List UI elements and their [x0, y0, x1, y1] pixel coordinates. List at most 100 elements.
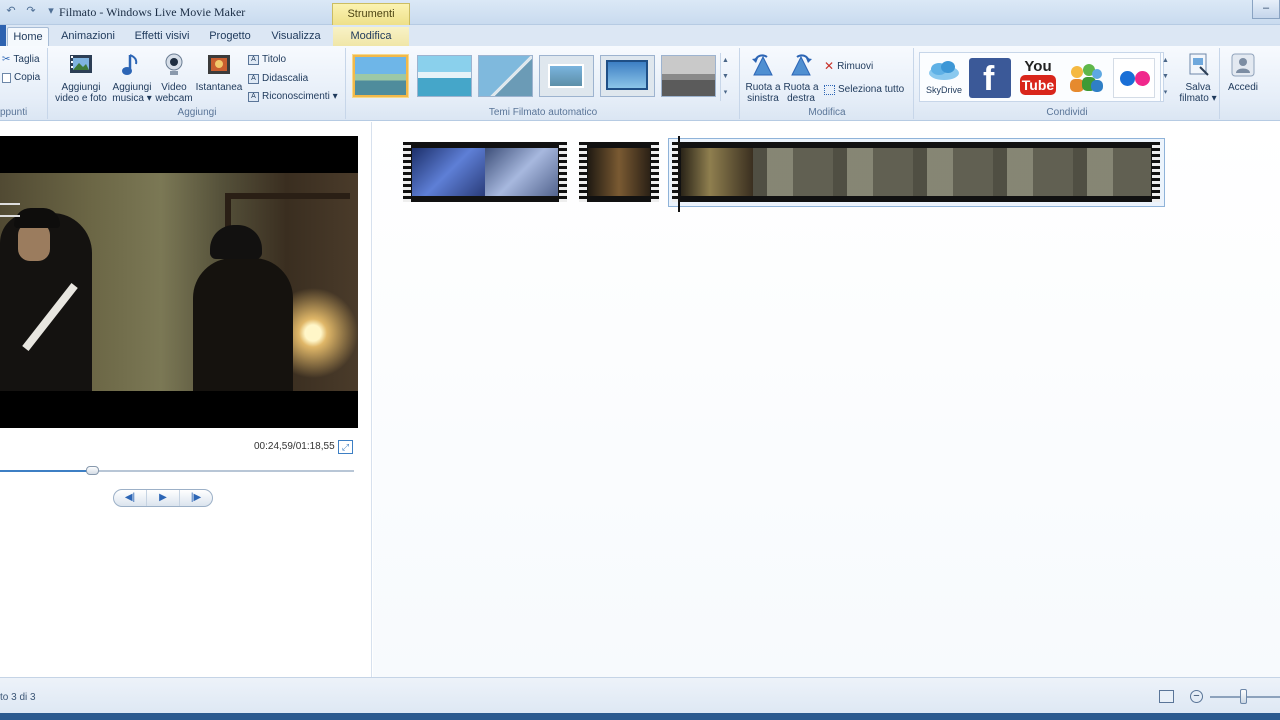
share-scroll-up-icon[interactable]: ▲	[1161, 53, 1170, 69]
context-tab-group-label: Strumenti video	[332, 3, 410, 40]
copy-button[interactable]: Copia	[2, 72, 40, 83]
remove-label: Rimuovi	[837, 60, 874, 72]
redo-icon[interactable]: ↷	[24, 4, 38, 18]
qat-menu-icon[interactable]: ▾	[44, 4, 58, 18]
share-flickr-button[interactable]	[1113, 58, 1155, 98]
add-music-button[interactable]: Aggiungi musica ▾	[110, 51, 154, 104]
remove-x-icon: ✕	[824, 59, 835, 73]
sign-in-button[interactable]: Accedi	[1223, 51, 1263, 93]
webcam-video-button[interactable]: Video webcam	[155, 51, 193, 104]
next-frame-button[interactable]: |▶	[180, 490, 212, 506]
status-text: to 3 di 3	[0, 692, 36, 703]
theme-thumbnail-5[interactable]	[600, 55, 655, 97]
rotate-left-button[interactable]: Ruota a sinistra	[743, 51, 783, 104]
caption-button[interactable]: A Didascalia	[248, 73, 308, 84]
copy-label: Copia	[14, 72, 41, 83]
credits-icon: A	[248, 91, 259, 102]
credits-label: Riconoscimenti ▾	[262, 91, 338, 102]
seek-bar-thumb[interactable]	[86, 466, 100, 475]
tab-animazioni[interactable]: Animazioni	[56, 27, 120, 46]
previous-frame-button[interactable]: ◀|	[114, 490, 147, 506]
add-music-label-2: musica ▾	[112, 93, 152, 104]
caption-icon: A	[248, 73, 259, 84]
gallery-scroll-up-icon[interactable]: ▲	[721, 53, 730, 69]
save-movie-label-1: Salva	[1185, 82, 1211, 93]
storyboard-clip-3[interactable]	[672, 142, 1160, 202]
share-scroll-down-icon[interactable]: ▼	[1161, 69, 1170, 85]
theme-thumbnail-6[interactable]	[661, 55, 716, 97]
rotate-left-label-2: sinistra	[747, 93, 779, 104]
seek-bar[interactable]	[0, 466, 354, 475]
messenger-people-icon	[1070, 64, 1103, 92]
group-label-condividi: Condividi	[1046, 107, 1088, 118]
rotate-right-label-2: destra	[787, 93, 815, 104]
group-temi: ▲ ▼ ▾ Temi Filmato automatico	[347, 48, 740, 119]
add-video-label-1: Aggiungi	[61, 82, 101, 93]
zoom-slider-thumb[interactable]	[1240, 689, 1247, 704]
storyboard-clip-1[interactable]	[403, 142, 567, 202]
group-label-temi: Temi Filmato automatico	[488, 107, 598, 118]
sign-in-label: Accedi	[1227, 82, 1258, 93]
group-accedi: Accedi	[1221, 48, 1263, 119]
playhead[interactable]	[678, 136, 680, 212]
save-movie-button[interactable]: Salva filmato ▾	[1177, 51, 1219, 104]
webcam-label-2: webcam	[155, 93, 193, 104]
theme-thumbnail-2[interactable]	[417, 55, 472, 97]
tab-home[interactable]: Home	[7, 27, 49, 46]
zoom-out-icon[interactable]: −	[1190, 690, 1203, 703]
group-appunti: ✂ Taglia Copia ppunti	[0, 48, 48, 119]
fullscreen-button[interactable]: ⤢	[338, 440, 353, 454]
share-messenger-button[interactable]	[1065, 58, 1107, 98]
snapshot-label: Istantanea	[195, 82, 243, 93]
share-facebook-button[interactable]: f	[969, 58, 1011, 98]
credits-button[interactable]: A Riconoscimenti ▾	[248, 91, 338, 102]
share-youtube-button[interactable]: You Tube	[1017, 58, 1059, 98]
theme-thumbnail-3[interactable]	[478, 55, 533, 97]
title-button[interactable]: A Titolo	[248, 54, 286, 65]
add-video-photo-button[interactable]: Aggiungi video e foto	[53, 51, 109, 104]
select-all-button[interactable]: Seleziona tutto	[824, 84, 904, 95]
officer-right-silhouette	[193, 258, 293, 391]
group-modifica: Ruota a sinistra Ruota a destra ✕ Rimuov…	[741, 48, 914, 119]
video-preview[interactable]	[0, 136, 358, 428]
share-skydrive-button[interactable]: SkyDrive	[923, 58, 965, 96]
playback-controls: ◀| ▶ |▶	[113, 489, 213, 507]
theme-4-inner	[548, 64, 584, 88]
quick-access-toolbar: ↶ ↷ ▾	[4, 4, 58, 18]
cut-button[interactable]: ✂ Taglia	[2, 54, 40, 65]
minimize-button[interactable]: –	[1252, 0, 1280, 19]
rotate-right-button[interactable]: Ruota a destra	[782, 51, 820, 104]
copy-icon	[2, 72, 11, 83]
save-movie-icon	[1189, 53, 1209, 76]
theme-thumbnail-4[interactable]	[539, 55, 594, 97]
youtube-icon-bottom: Tube	[1020, 75, 1056, 95]
select-all-icon	[824, 84, 835, 95]
remove-button[interactable]: ✕ Rimuovi	[824, 59, 873, 73]
share-more-icon[interactable]: ▾	[1161, 85, 1170, 101]
theme-5-inner	[606, 60, 648, 90]
play-button[interactable]: ▶	[147, 490, 180, 506]
storyboard-clip-2[interactable]	[579, 142, 659, 202]
youtube-icon-top: You	[1024, 58, 1052, 75]
window-title: Filmato - Windows Live Movie Maker	[59, 5, 246, 19]
theme-thumbnail-1[interactable]	[353, 55, 408, 97]
skydrive-icon	[929, 61, 959, 80]
add-video-label-2: video e foto	[55, 93, 107, 104]
caption-label: Didascalia	[262, 73, 309, 84]
app-menu-button[interactable]	[0, 25, 6, 46]
time-readout: 00:24,59/01:18,55	[254, 441, 335, 452]
tab-visualizza[interactable]: Visualizza	[266, 27, 326, 46]
thumbnail-size-icon[interactable]	[1159, 690, 1174, 703]
title-icon: A	[248, 54, 259, 65]
snapshot-icon	[208, 55, 230, 74]
ribbon-tab-row: Home Animazioni Effetti visivi Progetto …	[0, 25, 1280, 46]
tab-progetto[interactable]: Progetto	[203, 27, 257, 46]
gallery-scroll-down-icon[interactable]: ▼	[721, 69, 730, 85]
rotate-left-icon	[752, 54, 773, 76]
undo-icon[interactable]: ↶	[4, 4, 18, 18]
gallery-more-icon[interactable]: ▾	[721, 85, 730, 101]
tab-modifica[interactable]: Modifica	[333, 27, 409, 46]
facebook-icon: f	[983, 60, 995, 98]
tab-effetti-visivi[interactable]: Effetti visivi	[130, 27, 194, 46]
snapshot-button[interactable]: Istantanea	[194, 51, 244, 93]
